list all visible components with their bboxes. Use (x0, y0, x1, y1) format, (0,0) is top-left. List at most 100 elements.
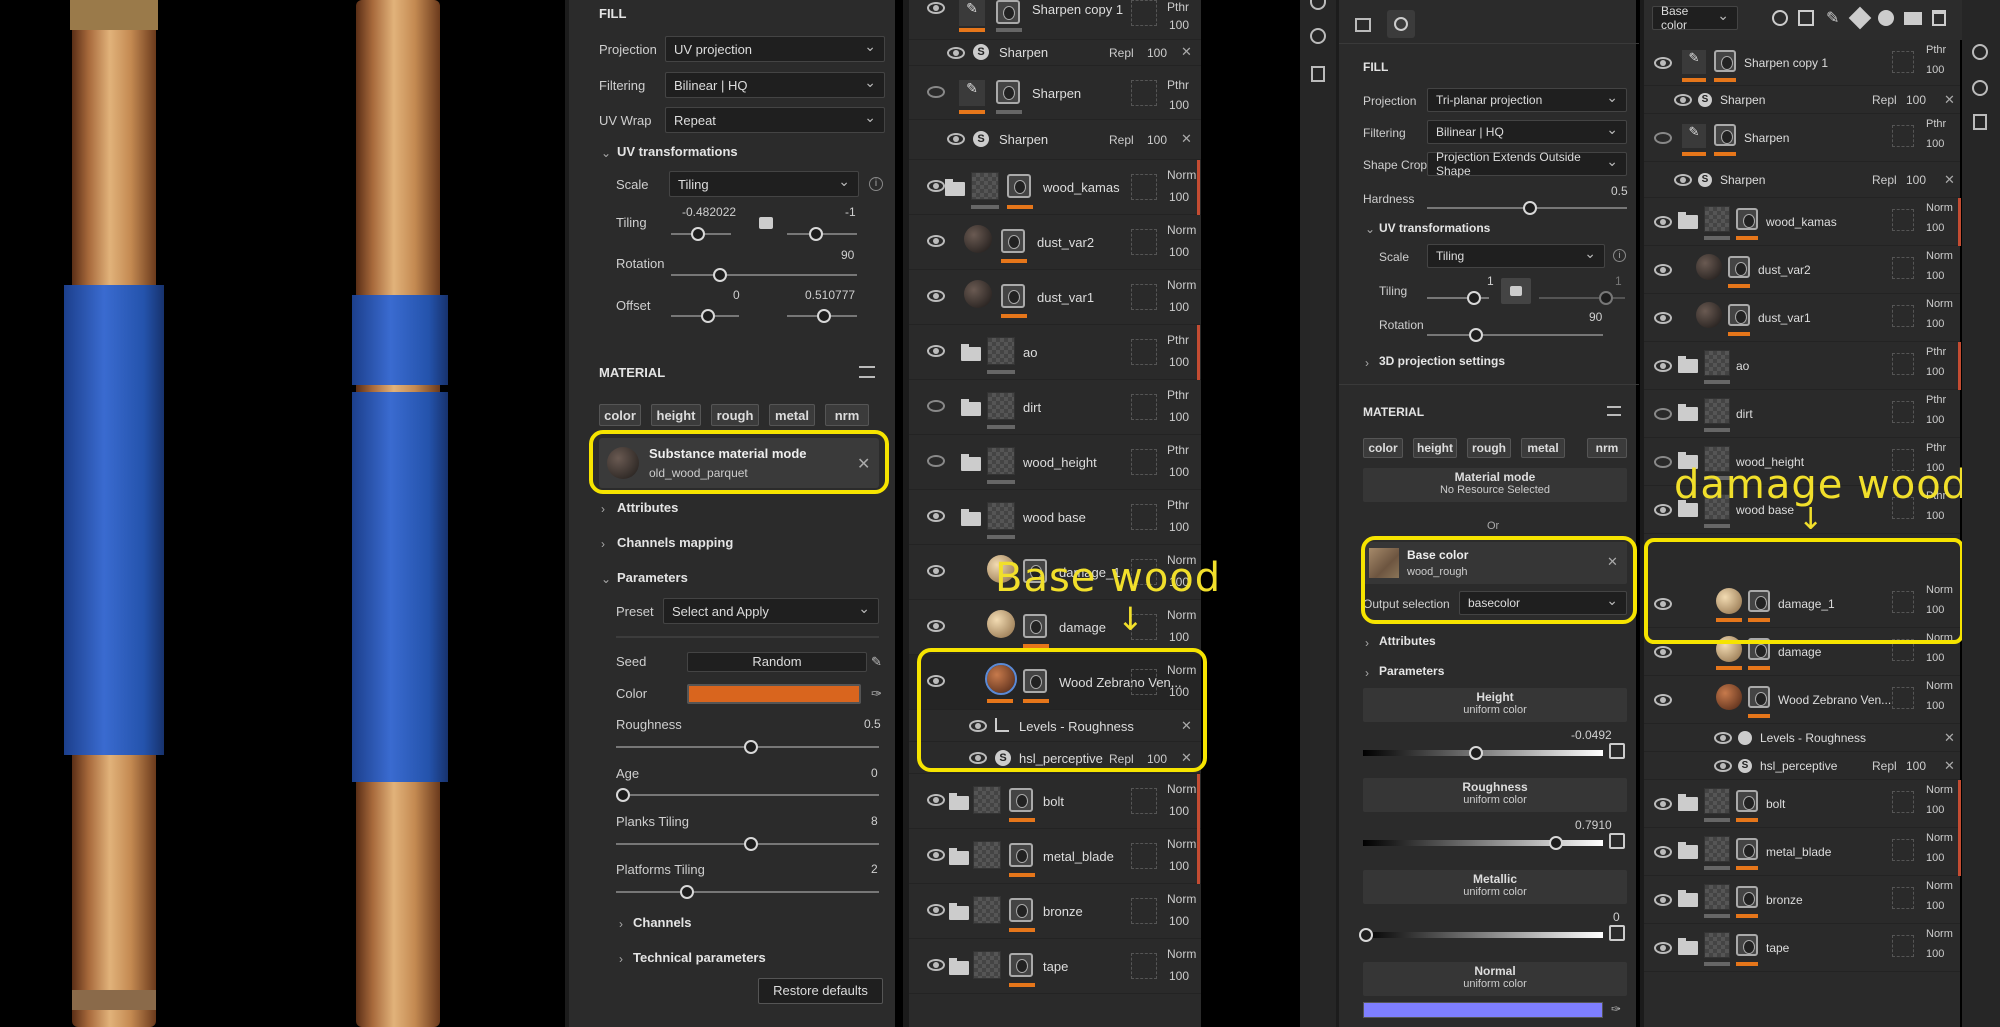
camera-icon[interactable] (1972, 44, 1988, 60)
layer-row[interactable]: metal_blade Norm 100 (909, 829, 1201, 884)
technical-title[interactable]: Technical parameters (633, 950, 766, 965)
visibility-eye-icon[interactable] (927, 235, 945, 247)
opacity-value[interactable]: 100 (1926, 414, 1944, 426)
folder-icon[interactable] (1678, 938, 1698, 955)
filter-row[interactable]: S Sharpen Repl 100 ✕ (1644, 86, 1960, 114)
parameters-title[interactable]: Parameters (617, 570, 688, 585)
layer-row[interactable]: bronze Norm 100 (909, 884, 1201, 939)
mask-slot[interactable] (1131, 0, 1157, 26)
filtering-dropdown[interactable]: Bilinear | HQ (665, 72, 885, 98)
folder-icon[interactable] (949, 903, 969, 920)
folder-icon[interactable] (1678, 890, 1698, 907)
layer-row[interactable]: tape Norm 100 (1644, 924, 1960, 972)
opacity-value[interactable]: 100 (1926, 270, 1944, 282)
technical-chevron-icon[interactable]: › (619, 952, 623, 966)
opacity-value[interactable]: 100 (1926, 318, 1944, 330)
folder-icon[interactable] (1678, 212, 1698, 229)
opacity-value[interactable]: 100 (1906, 759, 1926, 773)
preset-dropdown[interactable]: Select and Apply (663, 598, 879, 624)
blend-mode[interactable]: Norm (1167, 782, 1196, 796)
mask-slot[interactable] (1892, 51, 1914, 73)
opacity-value[interactable]: 100 (1906, 93, 1926, 107)
proj3d-chevron-icon[interactable]: › (1365, 356, 1369, 370)
restore-defaults-button[interactable]: Restore defaults (758, 978, 883, 1004)
opacity-value[interactable]: 100 (1926, 138, 1944, 150)
opacity-value[interactable]: 100 (1169, 914, 1189, 928)
roughness-slider[interactable] (616, 740, 879, 754)
folder-icon[interactable] (1678, 842, 1698, 859)
offset-a-slider[interactable] (671, 309, 739, 323)
mask-slot[interactable] (1131, 394, 1157, 420)
normal-color-swatch[interactable] (1363, 1002, 1603, 1018)
projection-dropdown[interactable]: Tri-planar projection (1427, 88, 1627, 112)
layer-row[interactable]: dirt Pthr 100 (1644, 390, 1960, 438)
filter-row[interactable]: S Sharpen Repl 100 ✕ (909, 40, 1201, 66)
visibility-eye-icon[interactable] (927, 2, 945, 14)
mask-slot[interactable] (1892, 791, 1914, 813)
folder-icon[interactable] (961, 344, 981, 361)
camera-icon[interactable] (1310, 0, 1326, 10)
attributes-chevron-icon[interactable]: › (601, 502, 605, 516)
blend-mode[interactable]: Pthr (1167, 443, 1189, 457)
folder-add-icon[interactable] (1904, 12, 1922, 25)
layer-row[interactable]: dust_var1 Norm 100 (909, 270, 1201, 325)
layer-row[interactable]: ✎ Sharpen Pthr 100 (1644, 114, 1960, 162)
tiling-b-slider[interactable] (1539, 291, 1625, 305)
blend-mode[interactable]: Norm (1926, 784, 1953, 796)
parameters-title[interactable]: Parameters (1379, 664, 1444, 678)
remove-icon[interactable]: ✕ (1944, 92, 1955, 108)
blend-mode[interactable]: Pthr (1926, 118, 1946, 130)
open-folder-icon[interactable] (961, 509, 981, 526)
channels-mapping-title[interactable]: Channels mapping (617, 535, 733, 550)
opacity-value[interactable]: 100 (1926, 900, 1944, 912)
shape-crop-dropdown[interactable]: Projection Extends Outside Shape (1427, 150, 1627, 178)
filter-row[interactable]: S Sharpen Repl 100 ✕ (1644, 162, 1960, 198)
chip-rough[interactable]: rough (1467, 438, 1511, 458)
blend-mode[interactable]: Pthr (1167, 333, 1189, 347)
chip-rough[interactable]: rough (711, 404, 759, 426)
blend-mode[interactable]: Norm (1167, 837, 1196, 851)
scale-dropdown[interactable]: Tiling (669, 171, 859, 197)
visibility-eye-off-icon[interactable] (1654, 456, 1672, 468)
visibility-eye-icon[interactable] (1714, 760, 1732, 772)
blend-mode[interactable]: Pthr (1167, 78, 1189, 92)
folder-icon[interactable] (1678, 356, 1698, 373)
open-folder-icon[interactable] (945, 179, 965, 196)
blend-mode[interactable]: Pthr (1926, 44, 1946, 56)
attributes-title[interactable]: Attributes (617, 500, 678, 515)
height-channel-card[interactable]: Height uniform color (1363, 688, 1627, 722)
folder-icon[interactable] (949, 848, 969, 865)
visibility-eye-icon[interactable] (927, 345, 945, 357)
metallic-random-icon[interactable] (1609, 925, 1625, 941)
metallic-channel-card[interactable]: Metallic uniform color (1363, 870, 1627, 904)
channel-dropdown[interactable]: Base color (1652, 4, 1738, 32)
effect-icon[interactable] (1878, 10, 1894, 26)
chip-color[interactable]: color (1363, 438, 1403, 458)
roughness-channel-card[interactable]: Roughness uniform color (1363, 778, 1627, 812)
channels-chevron-icon[interactable]: › (619, 917, 623, 931)
blend-mode[interactable]: Pthr (1926, 394, 1946, 406)
folder-icon[interactable] (949, 958, 969, 975)
blend-mode[interactable]: Pthr (1167, 498, 1189, 512)
blend-mode[interactable]: Norm (1926, 250, 1953, 262)
visibility-eye-icon[interactable] (1654, 942, 1672, 954)
mask-slot[interactable] (1131, 843, 1157, 869)
blend-mode[interactable]: Norm (1167, 168, 1196, 182)
chip-color[interactable]: color (599, 404, 641, 426)
blend-mode[interactable]: Pthr (1926, 442, 1946, 454)
blend-mode[interactable]: Norm (1167, 223, 1196, 237)
layer-row[interactable]: dust_var2 Norm 100 (909, 215, 1201, 270)
visibility-eye-icon[interactable] (1654, 57, 1672, 69)
mask-slot[interactable] (1131, 174, 1157, 200)
opacity-value[interactable]: 100 (1906, 173, 1926, 187)
blend-mode[interactable]: Repl (1872, 93, 1897, 107)
uvtrans-chevron-icon[interactable]: ⌄ (601, 146, 611, 160)
blend-mode[interactable]: Pthr (1926, 346, 1946, 358)
visibility-eye-icon[interactable] (1714, 732, 1732, 744)
blend-mode[interactable]: Norm (1926, 928, 1953, 940)
opacity-value[interactable]: 100 (1169, 520, 1189, 534)
mask-slot[interactable] (1892, 257, 1914, 279)
filter-row[interactable]: S Sharpen Repl 100 ✕ (909, 120, 1201, 160)
layer-row[interactable]: dust_var2 Norm 100 (1644, 246, 1960, 294)
opacity-value[interactable]: 100 (1169, 355, 1189, 369)
